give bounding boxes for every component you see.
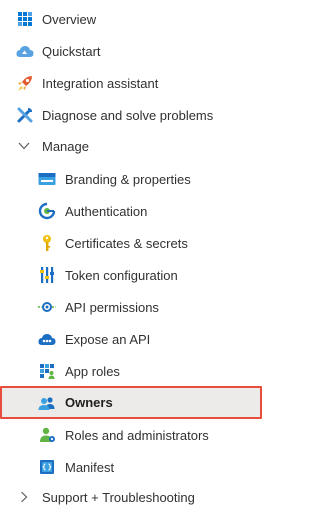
nav-group-label: Manage bbox=[42, 138, 89, 154]
nav-item-label: Expose an API bbox=[65, 331, 151, 347]
wrench-icon bbox=[15, 105, 35, 125]
nav-item-branding[interactable]: Branding & properties bbox=[0, 163, 262, 195]
authentication-icon bbox=[37, 201, 57, 221]
overview-grid-icon bbox=[15, 9, 35, 29]
nav-item-label: Owners bbox=[65, 395, 113, 410]
quickstart-cloud-icon bbox=[15, 41, 35, 61]
nav-item-label: Branding & properties bbox=[65, 171, 191, 187]
nav-item-label: Integration assistant bbox=[42, 75, 159, 91]
nav-group-manage[interactable]: Manage bbox=[0, 130, 262, 162]
manifest-icon bbox=[37, 457, 57, 477]
nav-item-quickstart[interactable]: Quickstart bbox=[0, 35, 262, 67]
nav-item-label: API permissions bbox=[65, 299, 159, 315]
rocket-icon bbox=[15, 73, 35, 93]
nav-item-certificates[interactable]: Certificates & secrets bbox=[0, 227, 262, 259]
branding-card-icon bbox=[37, 169, 57, 189]
nav-item-label: Certificates & secrets bbox=[65, 235, 188, 251]
nav-item-owners[interactable]: Owners bbox=[0, 386, 262, 419]
nav-group-support-troubleshooting[interactable]: Support + Troubleshooting bbox=[0, 481, 262, 513]
app-roles-grid-icon bbox=[37, 361, 57, 381]
chevron-right-icon bbox=[17, 490, 31, 504]
nav-item-label: App roles bbox=[65, 363, 120, 379]
nav-item-label: Authentication bbox=[65, 203, 148, 219]
roles-admin-person-icon bbox=[37, 425, 57, 445]
nav-item-label: Roles and administrators bbox=[65, 427, 209, 443]
nav-item-label: Overview bbox=[42, 11, 97, 27]
nav-item-manifest[interactable]: Manifest bbox=[0, 451, 262, 483]
nav-item-expose-api[interactable]: Expose an API bbox=[0, 323, 262, 355]
nav-item-diagnose[interactable]: Diagnose and solve problems bbox=[0, 99, 262, 131]
nav-item-integration-assistant[interactable]: Integration assistant bbox=[0, 67, 262, 99]
nav-item-overview[interactable]: Overview bbox=[0, 3, 262, 35]
key-icon bbox=[37, 233, 57, 253]
nav-group-label: Support + Troubleshooting bbox=[42, 489, 195, 505]
token-bars-icon bbox=[37, 265, 57, 285]
expose-api-cloud-icon bbox=[37, 329, 57, 349]
nav-item-token-configuration[interactable]: Token configuration bbox=[0, 259, 262, 291]
nav-item-label: Diagnose and solve problems bbox=[42, 107, 214, 123]
navigation-menu: Overview Quickstart Integration assistan… bbox=[0, 0, 262, 508]
nav-item-label: Manifest bbox=[65, 459, 115, 475]
nav-item-label: Quickstart bbox=[42, 43, 101, 59]
api-permissions-icon bbox=[37, 297, 57, 317]
owners-people-icon bbox=[37, 393, 57, 413]
chevron-down-icon bbox=[17, 139, 31, 153]
nav-item-app-roles[interactable]: App roles bbox=[0, 355, 262, 387]
nav-item-api-permissions[interactable]: API permissions bbox=[0, 291, 262, 323]
nav-item-roles-administrators[interactable]: Roles and administrators bbox=[0, 419, 262, 451]
nav-item-authentication[interactable]: Authentication bbox=[0, 195, 262, 227]
nav-item-label: Token configuration bbox=[65, 267, 178, 283]
